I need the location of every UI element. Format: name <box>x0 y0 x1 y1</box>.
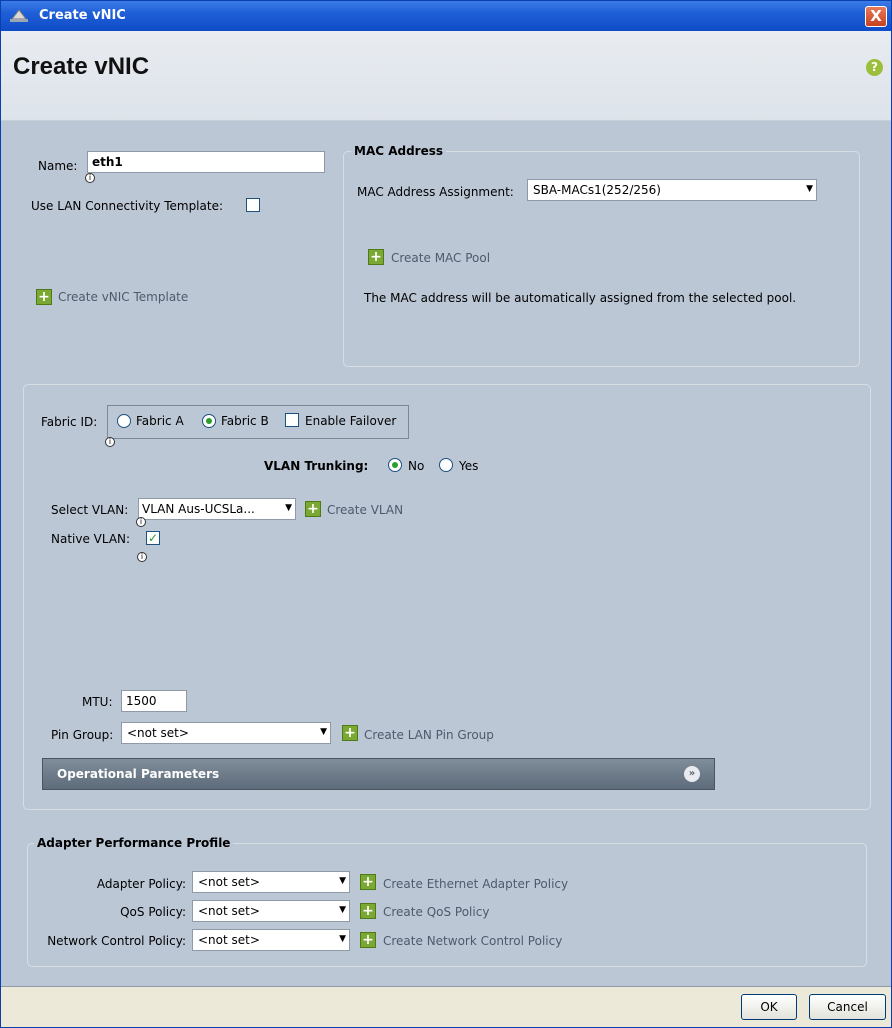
select-vlan-select[interactable]: VLAN Aus-UCSLa... ▼ <box>138 498 296 520</box>
add-icon[interactable]: + <box>360 932 376 948</box>
qos-policy-label: QoS Policy: <box>120 905 186 919</box>
adapter-policy-value: <not set> <box>198 875 260 889</box>
mtu-input[interactable]: 1500 <box>121 690 187 712</box>
select-vlan-value: VLAN Aus-UCSLa... <box>142 502 255 516</box>
network-control-policy-label: Network Control Policy: <box>47 934 186 948</box>
operational-parameters-bar[interactable]: Operational Parameters » <box>42 758 715 790</box>
create-qos-policy-link[interactable]: Create QoS Policy <box>383 905 489 919</box>
fabric-id-label: Fabric ID: <box>41 415 98 429</box>
expand-icon[interactable]: » <box>684 766 700 782</box>
fabric-b-radio[interactable] <box>202 414 216 428</box>
use-lan-template-label: Use LAN Connectivity Template: <box>31 199 223 213</box>
add-icon[interactable]: + <box>360 903 376 919</box>
info-icon[interactable]: i <box>137 552 147 562</box>
network-control-policy-select[interactable]: <not set> ▼ <box>192 929 350 951</box>
create-ethernet-adapter-policy-link[interactable]: Create Ethernet Adapter Policy <box>383 877 568 891</box>
name-input[interactable]: eth1 <box>87 151 325 173</box>
vlan-trunking-no-radio[interactable] <box>388 458 402 472</box>
chevron-down-icon: ▼ <box>339 905 346 915</box>
pin-group-value: <not set> <box>127 726 189 740</box>
pin-group-label: Pin Group: <box>51 728 114 742</box>
adapter-policy-label: Adapter Policy: <box>96 877 186 891</box>
vlan-trunking-yes-radio[interactable] <box>439 458 453 472</box>
pin-group-select[interactable]: <not set> ▼ <box>121 722 331 744</box>
use-lan-template-checkbox[interactable] <box>246 198 260 212</box>
network-icon <box>10 9 28 22</box>
window-title: Create vNIC <box>39 8 126 23</box>
chevron-down-icon: ▼ <box>339 876 346 886</box>
create-vnic-dialog: Create vNIC X Create vNIC ? Name: eth1 i… <box>0 0 892 1028</box>
add-icon[interactable]: + <box>360 874 376 890</box>
native-vlan-label: Native VLAN: <box>51 532 131 546</box>
adapter-performance-legend: Adapter Performance Profile <box>34 836 234 850</box>
operational-parameters-title: Operational Parameters <box>57 767 220 781</box>
fabric-a-label: Fabric A <box>136 414 184 428</box>
page-title: Create vNIC <box>13 53 150 80</box>
mac-assignment-value: SBA-MACs1(252/256) <box>533 183 661 197</box>
vlan-trunking-yes-label: Yes <box>459 459 479 473</box>
vlan-trunking-no-label: No <box>408 459 425 473</box>
enable-failover-checkbox[interactable] <box>285 413 299 427</box>
help-icon[interactable]: ? <box>866 59 883 76</box>
add-icon[interactable]: + <box>305 501 321 517</box>
create-network-control-policy-link[interactable]: Create Network Control Policy <box>383 934 562 948</box>
mac-note: The MAC address will be automatically as… <box>364 291 797 305</box>
info-icon[interactable]: i <box>136 517 146 527</box>
name-label: Name: <box>38 159 78 173</box>
enable-failover-label: Enable Failover <box>305 414 397 428</box>
create-vlan-link[interactable]: Create VLAN <box>327 503 403 517</box>
create-vnic-template-link[interactable]: Create vNIC Template <box>58 290 188 304</box>
mtu-label: MTU: <box>82 695 113 709</box>
select-vlan-label: Select VLAN: <box>51 503 129 517</box>
adapter-policy-select[interactable]: <not set> ▼ <box>192 871 350 893</box>
add-icon[interactable]: + <box>36 289 52 305</box>
vlan-trunking-label: VLAN Trunking: <box>264 459 369 473</box>
mac-assignment-label: MAC Address Assignment: <box>357 185 514 199</box>
qos-policy-value: <not set> <box>198 904 260 918</box>
add-icon[interactable]: + <box>368 249 384 265</box>
info-icon[interactable]: i <box>105 437 115 447</box>
close-button[interactable]: X <box>865 6 887 27</box>
add-icon[interactable]: + <box>342 725 358 741</box>
fabric-a-radio[interactable] <box>117 414 131 428</box>
ok-button[interactable]: OK <box>741 994 797 1020</box>
create-lan-pin-group-link[interactable]: Create LAN Pin Group <box>364 728 494 742</box>
create-mac-pool-link[interactable]: Create MAC Pool <box>391 251 490 265</box>
network-settings-group <box>23 384 871 810</box>
info-icon[interactable]: i <box>85 173 95 183</box>
qos-policy-select[interactable]: <not set> ▼ <box>192 900 350 922</box>
native-vlan-checkbox[interactable]: ✓ <box>146 531 160 545</box>
dialog-footer: OK Cancel <box>1 986 891 1027</box>
dialog-header: Create vNIC ? <box>1 31 891 121</box>
chevron-down-icon: ▼ <box>339 934 346 944</box>
mac-address-legend: MAC Address <box>351 144 447 158</box>
chevron-down-icon: ▼ <box>806 184 813 194</box>
chevron-down-icon: ▼ <box>285 503 292 513</box>
chevron-down-icon: ▼ <box>320 727 327 737</box>
mac-assignment-select[interactable]: SBA-MACs1(252/256) ▼ <box>527 179 817 201</box>
network-control-policy-value: <not set> <box>198 933 260 947</box>
fabric-b-label: Fabric B <box>221 414 269 428</box>
title-bar[interactable]: Create vNIC X <box>1 1 891 31</box>
cancel-button[interactable]: Cancel <box>809 994 886 1020</box>
